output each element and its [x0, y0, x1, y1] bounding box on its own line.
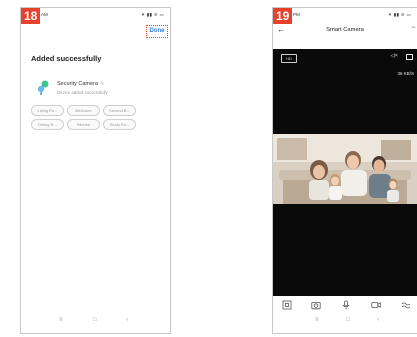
- menu-nav-button[interactable]: ≡: [315, 317, 319, 323]
- status-icons: ⁕ ▮▮ ≋ ▭: [141, 12, 164, 17]
- status-bar: AM ⁕ ▮▮ ≋ ▭: [21, 8, 170, 20]
- back-nav-button[interactable]: ‹: [126, 317, 128, 323]
- family-photo: [273, 134, 417, 204]
- status-time: AM: [41, 12, 48, 17]
- status-time: PM: [293, 12, 300, 17]
- home-nav-button[interactable]: □: [346, 317, 350, 323]
- page-title: Smart Camera: [326, 27, 364, 33]
- device-name: Security Camera ✎: [57, 81, 104, 87]
- status-icons: ⁕ ▮▮ ≋ ▭: [388, 12, 411, 17]
- more-options-icon[interactable]: ···: [411, 24, 416, 31]
- microphone-icon[interactable]: [341, 300, 351, 310]
- edit-icon[interactable]: ✎: [100, 81, 104, 87]
- system-nav-bar: ≡ □ ‹: [21, 317, 170, 327]
- camera-device-icon: [37, 80, 49, 95]
- live-video-area[interactable]: HD ◁× 36 KB/S 03/03/26 Bu 16:02:30: [273, 49, 417, 296]
- back-nav-button[interactable]: ‹: [377, 317, 379, 323]
- fullscreen-icon[interactable]: [406, 54, 413, 60]
- status-bar: PM ⁕ ▮▮ ≋ ▭: [273, 8, 417, 20]
- room-chip[interactable]: Bedroom: [67, 105, 100, 116]
- step-badge: 18: [21, 8, 41, 24]
- phone-screen-added: AM ⁕ ▮▮ ≋ ▭ 18 Done Added successfully S…: [20, 7, 171, 334]
- page-title: Added successfully: [31, 54, 102, 63]
- camera-controls: [273, 297, 417, 313]
- room-chip[interactable]: Kitchen: [67, 119, 100, 130]
- system-nav-bar: ≡ □ ‹: [273, 317, 417, 327]
- record-icon[interactable]: [371, 300, 381, 310]
- bitrate-readout: 36 KB/S: [397, 71, 414, 76]
- room-chip[interactable]: Second B...: [103, 105, 136, 116]
- done-button[interactable]: Done: [146, 25, 168, 38]
- video-timestamp: 03/03/26 Bu 16:02:30: [275, 135, 306, 139]
- step-badge: 19: [273, 8, 293, 24]
- phone-screen-smart-camera: PM ⁕ ▮▮ ≋ ▭ 19 ← Smart Camera ··· HD ◁× …: [272, 7, 417, 334]
- camera-icon[interactable]: [311, 300, 321, 310]
- room-chip[interactable]: Living Ro...: [31, 105, 64, 116]
- room-chip[interactable]: Study Ro...: [103, 119, 136, 130]
- hd-toggle[interactable]: HD: [281, 54, 297, 63]
- device-status: Device added successfully: [57, 90, 108, 95]
- mute-icon[interactable]: ◁×: [391, 53, 398, 59]
- camera-feed-image: 03/03/26 Bu 16:02:30: [273, 134, 417, 204]
- expand-icon[interactable]: [401, 300, 411, 310]
- device-name-text: Security Camera: [57, 81, 98, 87]
- home-nav-button[interactable]: □: [93, 317, 97, 323]
- app-header: ← Smart Camera ···: [273, 24, 417, 38]
- menu-nav-button[interactable]: ≡: [59, 317, 63, 323]
- done-label: Done: [149, 28, 165, 34]
- room-chip[interactable]: Dining R...: [31, 119, 64, 130]
- screenshot-icon[interactable]: [282, 300, 292, 310]
